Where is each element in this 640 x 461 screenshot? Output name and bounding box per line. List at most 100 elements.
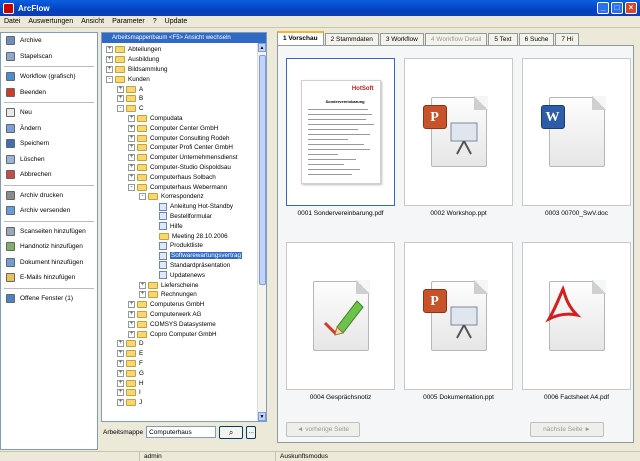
tree-node[interactable]: -C <box>117 104 144 114</box>
tree-node[interactable]: + Rechnungen <box>139 290 197 300</box>
expand-icon[interactable]: + <box>117 379 124 387</box>
action-workflow[interactable]: Workflow (grafisch) <box>1 69 97 85</box>
menu-datei[interactable]: Datei <box>4 18 20 25</box>
menu-update[interactable]: Update <box>165 18 188 25</box>
menu-help[interactable]: ? <box>153 18 157 25</box>
tree-node[interactable]: Softwarewartungsvertrag <box>150 251 242 261</box>
tree-node[interactable]: + COMSYS Datasysteme <box>128 319 216 329</box>
tree-node[interactable]: Produktliste <box>150 241 203 251</box>
expand-icon[interactable]: + <box>128 124 135 132</box>
expand-icon[interactable]: + <box>139 281 146 289</box>
tree-node[interactable]: + Computer Consulting Rodeh <box>128 133 229 143</box>
tree-node[interactable]: + G <box>117 368 144 378</box>
tree-node[interactable]: + Computer Profi Center GmbH <box>128 143 233 153</box>
collapse-icon[interactable]: - <box>117 105 124 113</box>
expand-icon[interactable]: + <box>128 301 135 309</box>
expand-icon[interactable]: + <box>117 95 124 103</box>
expand-icon[interactable]: + <box>128 310 135 318</box>
next-page-button[interactable]: nächste Seite ► <box>530 422 604 437</box>
action-print[interactable]: Archiv drucken <box>1 188 97 204</box>
tree-node[interactable]: + F <box>117 359 143 369</box>
tree-node[interactable]: - Korrespondenz <box>139 192 204 202</box>
action-email[interactable]: E-Mails hinzufügen <box>1 270 97 286</box>
collapse-icon[interactable]: - <box>139 193 146 201</box>
expand-icon[interactable]: + <box>106 65 113 73</box>
expand-icon[interactable]: + <box>128 330 135 338</box>
document-tile[interactable]: HotSoft Sondervereinbarung 0001 Sondervere… <box>286 58 395 226</box>
expand-icon[interactable]: + <box>117 369 124 377</box>
tree-node[interactable]: + Computer Center GmbH <box>128 123 218 133</box>
menu-parameter[interactable]: Parameter <box>112 18 145 25</box>
action-add-document[interactable]: Dokument hinzufügen <box>1 255 97 271</box>
tree-node[interactable]: + Computer Unternehmensdienst <box>128 153 238 163</box>
document-tile[interactable]: P 0005 Dokumentation.ppt <box>404 242 513 410</box>
expand-icon[interactable]: + <box>128 154 135 162</box>
expand-icon[interactable]: + <box>106 46 113 54</box>
tree-node[interactable]: Updatenews <box>150 270 205 280</box>
action-exit[interactable]: Beenden <box>1 85 97 101</box>
tree-node[interactable]: + E <box>117 349 143 359</box>
action-cancel[interactable]: Abbrechen <box>1 167 97 183</box>
expand-icon[interactable]: + <box>128 173 135 181</box>
action-save[interactable]: Speichern <box>1 136 97 152</box>
document-tile[interactable]: P 0002 Workshop.ppt <box>404 58 513 226</box>
tree-node[interactable]: + I <box>117 388 141 398</box>
tree-node[interactable]: + Ausbildung <box>106 55 159 65</box>
document-thumbnail[interactable] <box>522 242 631 390</box>
maximize-button[interactable]: □ <box>611 2 623 14</box>
action-handnote[interactable]: Handnotiz hinzufügen <box>1 239 97 255</box>
tree-node[interactable]: Bestellformular <box>150 212 212 222</box>
tree-node[interactable]: + Computer-Studio Oispoldsau <box>128 163 231 173</box>
tree-node[interactable]: + Compudata <box>128 114 183 124</box>
document-thumbnail[interactable]: W <box>522 58 631 206</box>
document-tile[interactable]: 0004 Gesprächsnotiz <box>286 242 395 410</box>
expand-icon[interactable]: + <box>117 85 124 93</box>
tree-node[interactable]: + Bildsammlung <box>106 65 168 75</box>
expand-icon[interactable]: + <box>117 350 124 358</box>
tree-node[interactable]: + D <box>117 339 144 349</box>
tab-1[interactable]: 1 Vorschau <box>277 31 324 45</box>
scroll-up-arrow-icon[interactable]: ▲ <box>258 43 266 52</box>
previous-page-button[interactable]: ◄ vorherige Seite <box>286 422 360 437</box>
document-tile[interactable]: W 0003 00700_SwV.doc <box>522 58 631 226</box>
search-input[interactable] <box>146 426 217 438</box>
tree-node[interactable]: + Lieferscheine <box>139 280 198 290</box>
action-windows[interactable]: Offene Fenster (1) <box>1 291 97 307</box>
tree-node[interactable]: Anleitung Hot-Standby <box>150 202 233 212</box>
tree-node[interactable]: - Kunden <box>106 74 150 84</box>
document-thumbnail[interactable]: P <box>404 58 513 206</box>
menu-ansicht[interactable]: Ansicht <box>81 18 104 25</box>
tree-header[interactable]: Arbeitsmappenbaum <F5> Ansicht wechseln <box>102 33 266 43</box>
expand-icon[interactable]: + <box>139 291 146 299</box>
collapse-icon[interactable]: - <box>128 183 135 191</box>
expand-icon[interactable]: + <box>117 340 124 348</box>
tree-node[interactable]: + J <box>117 398 142 408</box>
collapse-icon[interactable]: - <box>106 75 113 83</box>
search-button[interactable]: ⌕ <box>219 425 244 439</box>
tree-scrollbar[interactable]: ▲ ▼ <box>257 43 266 421</box>
tab-3[interactable]: 3 Workflow <box>379 33 424 45</box>
expand-icon[interactable]: + <box>117 359 124 367</box>
tab-7[interactable]: 7 Hi <box>555 33 579 45</box>
document-thumbnail[interactable] <box>286 242 395 390</box>
close-button[interactable]: × <box>625 2 637 14</box>
expand-icon[interactable]: + <box>128 320 135 328</box>
document-tile[interactable]: 0006 Factsheet A4.pdf <box>522 242 631 410</box>
tree-node[interactable]: + Computerus GmbH <box>128 300 204 310</box>
tree-node[interactable]: - Computerhaus Webermann <box>128 182 227 192</box>
expand-icon[interactable]: + <box>128 163 135 171</box>
search-options-button[interactable]: … <box>246 425 257 439</box>
action-scan-pages[interactable]: Scanseiten hinzufügen <box>1 224 97 240</box>
scroll-down-arrow-icon[interactable]: ▼ <box>258 412 266 421</box>
document-thumbnail[interactable]: HotSoft Sondervereinbarung <box>286 58 395 206</box>
document-thumbnail[interactable]: P <box>404 242 513 390</box>
tree-node[interactable]: + Computerhaus Solbach <box>128 172 216 182</box>
tree-node[interactable]: Hilfe <box>150 221 183 231</box>
tree-node[interactable]: + Copro Computer GmbH <box>128 329 217 339</box>
tab-5[interactable]: 5 Text <box>488 33 518 45</box>
minimize-button[interactable]: _ <box>597 2 609 14</box>
tree-node[interactable]: Meeting 28.10.2006 <box>150 231 228 241</box>
expand-icon[interactable]: + <box>117 399 124 407</box>
action-delete[interactable]: Löschen <box>1 152 97 168</box>
expand-icon[interactable]: + <box>117 389 124 397</box>
